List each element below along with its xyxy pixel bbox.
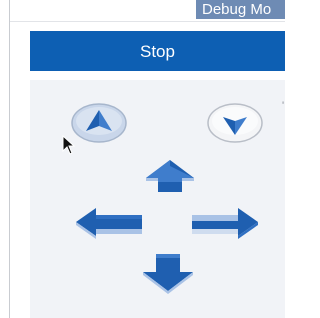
move-up-button[interactable]	[143, 158, 197, 194]
tilt-down-button[interactable]	[206, 102, 264, 144]
up-triangle-circle-icon	[71, 103, 127, 143]
mouse-cursor-icon	[62, 135, 76, 155]
move-right-button[interactable]	[190, 206, 260, 240]
arrow-up-icon	[146, 160, 194, 192]
move-down-button[interactable]	[140, 252, 196, 294]
edge-fragment: '	[282, 100, 285, 110]
arrow-left-icon	[76, 208, 142, 239]
down-triangle-circle-icon	[207, 103, 263, 143]
stop-button[interactable]: Stop	[30, 31, 285, 71]
tilt-up-button[interactable]	[70, 102, 128, 144]
move-left-button[interactable]	[74, 206, 144, 240]
debug-mode-tab[interactable]: Debug Mo	[196, 0, 285, 19]
arrow-right-icon	[192, 208, 258, 239]
arrow-down-icon	[143, 254, 193, 294]
